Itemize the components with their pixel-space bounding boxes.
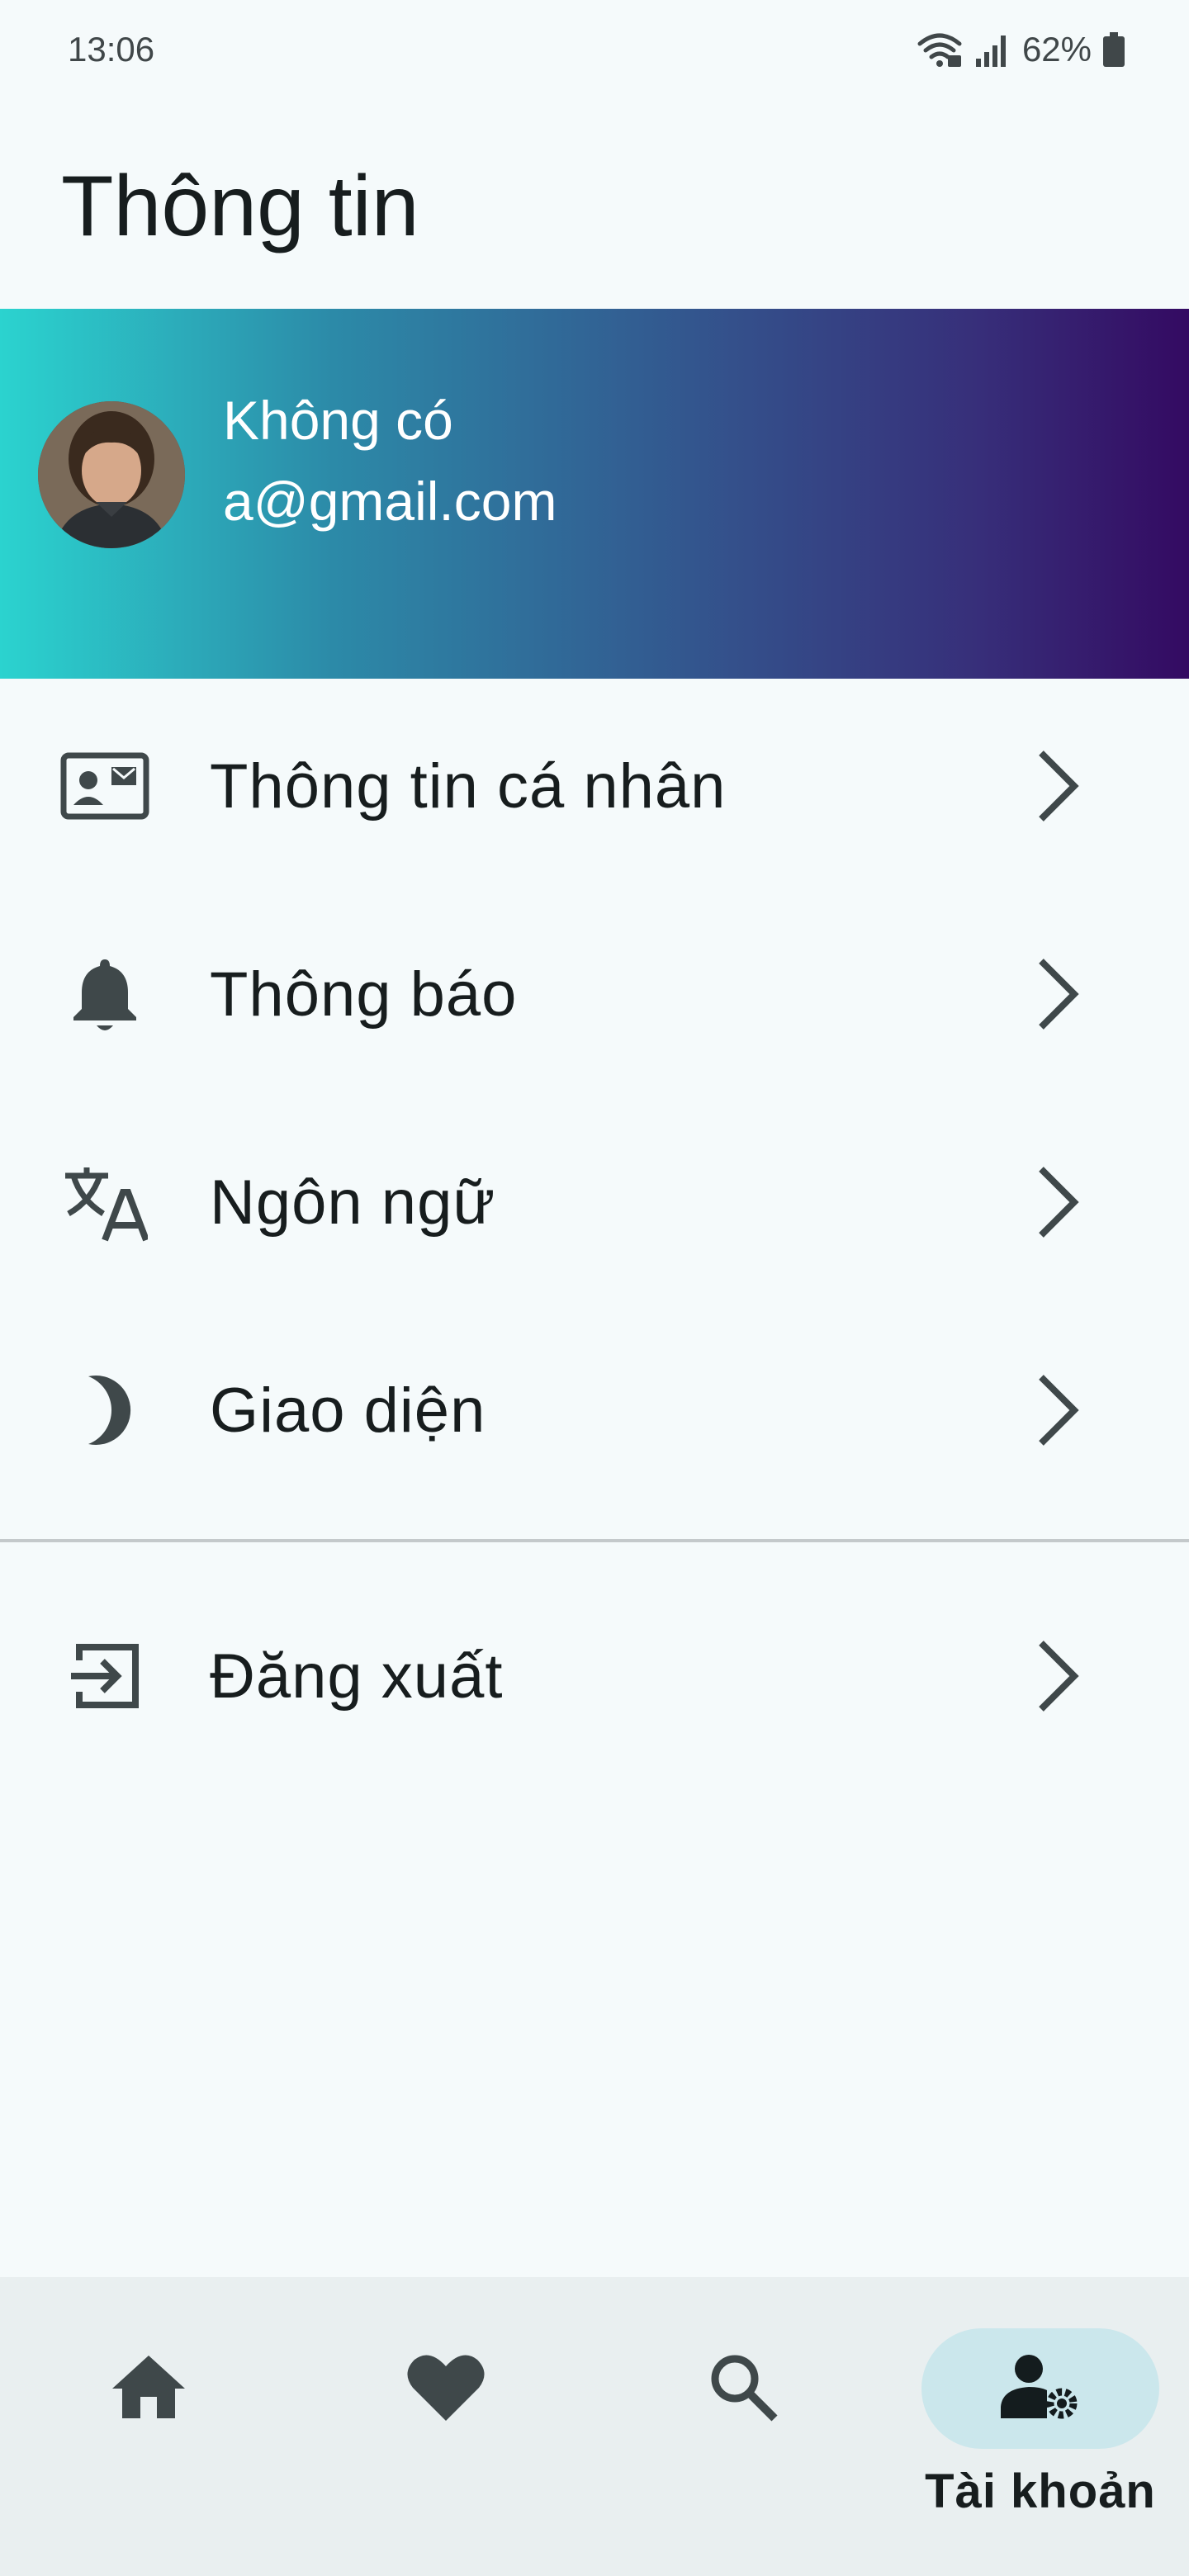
menu-item-language[interactable]: Ngôn ngữ	[0, 1098, 1189, 1306]
profile-email: a@gmail.com	[223, 471, 557, 532]
chevron-right-icon	[1021, 1157, 1095, 1248]
nav-active-indicator	[921, 2328, 1159, 2449]
bottom-navigation: Tài khoản	[0, 2277, 1189, 2576]
menu-item-label: Ngôn ngữ	[210, 1167, 496, 1238]
translate-icon	[59, 1157, 150, 1248]
status-time: 13:06	[68, 30, 155, 69]
contact-card-icon	[59, 741, 150, 831]
status-icons: 62%	[917, 30, 1125, 69]
menu-item-notifications[interactable]: Thông báo	[0, 890, 1189, 1098]
profile-banner: Không có a@gmail.com	[0, 309, 1189, 679]
home-icon	[111, 2354, 187, 2424]
menu-item-label: Giao diện	[210, 1375, 486, 1446]
battery-percent: 62%	[1021, 30, 1092, 69]
status-bar: 13:06 62%	[0, 0, 1189, 99]
nav-item-label: Tài khoản	[925, 2465, 1156, 2518]
nav-item-search[interactable]	[624, 2277, 862, 2576]
menu-item-label: Thông tin cá nhân	[210, 751, 727, 822]
account-settings-icon	[1001, 2354, 1080, 2424]
menu-divider	[0, 1539, 1189, 1542]
chevron-right-icon	[1021, 949, 1095, 1039]
profile-name: Không có	[223, 390, 453, 451]
menu-item-label: Đăng xuất	[210, 1641, 504, 1712]
search-icon	[708, 2352, 778, 2426]
battery-icon	[1103, 32, 1125, 67]
nav-item-account[interactable]: Tài khoản	[921, 2277, 1159, 2576]
avatar	[38, 401, 185, 548]
page-title: Thông tin	[61, 159, 419, 254]
chevron-right-icon	[1021, 741, 1095, 831]
logout-icon	[59, 1631, 150, 1721]
chevron-right-icon	[1021, 1365, 1095, 1456]
heart-icon	[406, 2351, 486, 2427]
nav-item-home[interactable]	[30, 2277, 268, 2576]
bell-icon	[59, 949, 150, 1039]
wifi-icon	[917, 31, 963, 69]
chevron-right-icon	[1021, 1631, 1095, 1721]
signal-icon	[974, 32, 1011, 67]
dark-mode-moon-icon	[59, 1365, 150, 1456]
menu-item-appearance[interactable]: Giao diện	[0, 1306, 1189, 1514]
nav-item-favorites[interactable]	[327, 2277, 565, 2576]
menu-item-personal-info[interactable]: Thông tin cá nhân	[0, 682, 1189, 890]
menu-item-logout[interactable]: Đăng xuất	[0, 1572, 1189, 1780]
menu-item-label: Thông báo	[210, 959, 518, 1030]
